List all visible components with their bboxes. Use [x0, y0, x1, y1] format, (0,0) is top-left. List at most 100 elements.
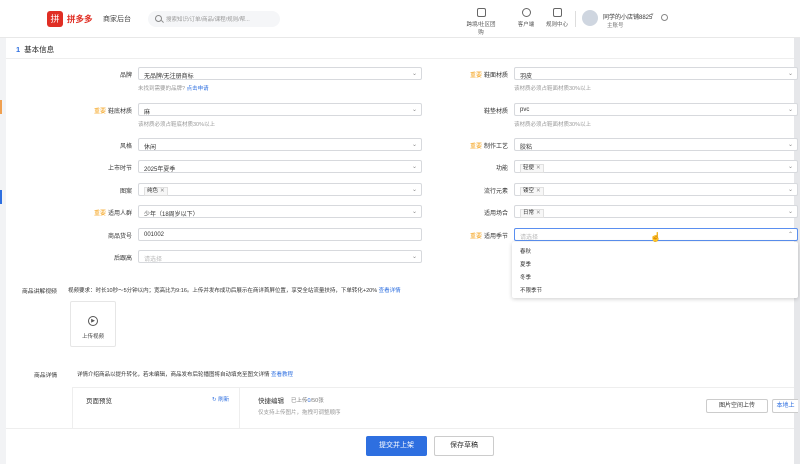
apply-brand-link[interactable]: 点击申请: [187, 86, 209, 92]
label-insole: 鞋垫材质: [483, 109, 508, 115]
header-divider: [575, 11, 576, 27]
nav-label: 规则中心: [545, 22, 568, 28]
search-box[interactable]: 搜索知识/订单/商品/课程/规则/帮...: [148, 11, 280, 27]
lining-hint: 该材质必须占鞋底材质30%以上: [138, 122, 216, 128]
label-brand: 品牌: [119, 73, 132, 79]
chevron-down-icon: ⌄: [787, 142, 793, 148]
gear-icon[interactable]: [661, 14, 668, 21]
craft-select[interactable]: 胶粘 ⌄: [514, 138, 798, 151]
play-icon: ▶: [88, 316, 98, 326]
label-item-no: 商品货号: [107, 234, 132, 240]
section-title: 1 基本信息: [16, 45, 55, 54]
close-icon[interactable]: ✕: [536, 188, 541, 194]
cross-border-icon: [476, 8, 486, 17]
chevron-down-icon: ⌄: [411, 187, 417, 193]
customer-service-icon: [521, 8, 531, 17]
refresh-icon: ↻: [212, 397, 217, 403]
trend-select[interactable]: 镂空 ✕ ⌄: [514, 183, 798, 196]
season-dropdown: 春秋 夏季 冬季 不限季节: [512, 242, 798, 298]
video-desc: 视频要求：时长10秒～5分钟以内；宽高比为9:16。上传并发布成功后展示在商详首…: [68, 288, 401, 294]
search-input[interactable]: 搜索知识/订单/商品/课程/规则/帮...: [166, 15, 250, 23]
tag-chip: 轻便 ✕: [520, 164, 544, 173]
function-select[interactable]: 轻便 ✕ ⌄: [514, 160, 798, 173]
chevron-down-icon: ⌄: [411, 164, 417, 170]
brand-select[interactable]: 无品牌/无注册商标 ⌄: [138, 67, 422, 80]
hand-cursor-icon: ☝: [650, 232, 662, 242]
image-space-upload-button[interactable]: 图片空间上传: [706, 399, 768, 413]
refresh-button[interactable]: ↻ 刷新: [212, 395, 229, 403]
upper-material-select[interactable]: 羽皮 ⌄: [514, 67, 798, 80]
label-crowd: 重要 适用人群: [93, 211, 132, 217]
label-scene: 适用场合: [483, 211, 508, 217]
insole-hint: 该材质必须占鞋面材质30%以上: [514, 122, 592, 128]
label-style: 风格: [119, 144, 132, 150]
chevron-down-icon: ⌄: [787, 71, 793, 77]
close-icon[interactable]: ✕: [536, 210, 541, 216]
nav-cross-border[interactable]: 跨境/社区团购: [466, 8, 496, 36]
nav-rules[interactable]: 规则中心: [542, 8, 572, 28]
item-no-input[interactable]: 001002: [138, 228, 422, 241]
style-select[interactable]: 休闲 ⌄: [138, 138, 422, 151]
pattern-select[interactable]: 纯色 ✕ ⌄: [138, 183, 422, 196]
tutorial-link[interactable]: 查看教程: [271, 372, 293, 378]
chevron-down-icon: ⌄: [411, 209, 417, 215]
crowd-select[interactable]: 少年（18周岁以下） ⌄: [138, 205, 422, 218]
pinduoduo-logo[interactable]: 拼: [47, 11, 63, 27]
label-launch: 上市时节: [107, 166, 132, 172]
preview-title: 页面预览: [86, 398, 112, 405]
chevron-down-icon: ⌄: [787, 209, 793, 215]
local-upload-button[interactable]: 本地上: [772, 399, 798, 413]
video-details-link[interactable]: 查看详情: [379, 288, 401, 294]
label-lining: 重要 鞋底材质: [93, 109, 132, 115]
label-heel: 后跟高: [113, 256, 132, 262]
label-trend: 流行元素: [483, 189, 508, 195]
season-option[interactable]: 夏季: [520, 260, 531, 268]
chevron-down-icon[interactable]: ▾: [651, 12, 654, 18]
user-name[interactable]: 同学的小店铺8825: [603, 12, 652, 21]
video-label: 商品讲解视频: [22, 289, 57, 295]
nav-label: 跨境/社区团购: [466, 22, 496, 36]
divider: [6, 58, 794, 59]
rules-center-icon: [552, 8, 562, 17]
brand-subtitle: 商家后台: [103, 16, 131, 23]
chevron-down-icon: ⌄: [787, 187, 793, 193]
chevron-down-icon: ⌄: [411, 142, 417, 148]
avatar[interactable]: [582, 10, 598, 26]
nav-client[interactable]: 客户端: [511, 8, 541, 28]
tag-chip: 纯色 ✕: [144, 187, 168, 196]
save-draft-button[interactable]: 保存草稿: [434, 436, 494, 456]
chevron-down-icon: ⌄: [787, 164, 793, 170]
season-option[interactable]: 冬季: [520, 273, 531, 281]
chevron-down-icon: ⌄: [411, 107, 417, 113]
scene-select[interactable]: 日常 ✕ ⌄: [514, 205, 798, 218]
tag-chip: 镂空 ✕: [520, 187, 544, 196]
label-function: 功能: [495, 166, 508, 172]
brand-hint: 未找到需要的品牌? 点击申请: [138, 86, 209, 92]
upper-hint: 该材质必须占鞋面材质30%以上: [514, 86, 592, 92]
label-season: 重要 适用季节: [469, 234, 508, 240]
season-option[interactable]: 不限季节: [520, 286, 542, 294]
upload-video-button[interactable]: ▶ 上传视频: [70, 301, 116, 347]
left-edge-marker: [0, 190, 2, 204]
close-icon[interactable]: ✕: [160, 188, 165, 194]
chevron-down-icon: ⌄: [411, 254, 417, 260]
quick-edit-title: 快捷编辑: [258, 398, 284, 405]
sole-material-select[interactable]: 麻 ⌄: [138, 103, 422, 116]
brand-name: 拼多多: [67, 14, 93, 24]
heel-height-select[interactable]: 请选择 ⌄: [138, 250, 422, 263]
upload-hint: 仅支持上传图片，拖拽可调整顺序: [258, 410, 341, 416]
insole-material-select[interactable]: pvc ⌄: [514, 103, 798, 116]
label-craft: 重要 制作工艺: [469, 144, 508, 150]
launch-season-select[interactable]: 2025年夏季 ⌄: [138, 160, 422, 173]
close-icon[interactable]: ✕: [536, 165, 541, 171]
chevron-down-icon: ⌄: [411, 71, 417, 77]
search-icon: [155, 15, 162, 22]
left-edge-marker: [0, 100, 2, 114]
detail-desc: 详情介绍商品以提升转化，若未编辑，商品发布后轮播图将自动填充至图文详情 查看教程: [77, 372, 294, 378]
detail-label: 商品详情: [34, 373, 58, 379]
season-option[interactable]: 春秋: [520, 247, 531, 255]
submit-button[interactable]: 提交并上架: [366, 436, 427, 456]
nav-label: 客户端: [517, 22, 535, 28]
chevron-down-icon: ⌄: [787, 107, 793, 113]
chevron-up-icon: ⌃: [787, 232, 793, 238]
